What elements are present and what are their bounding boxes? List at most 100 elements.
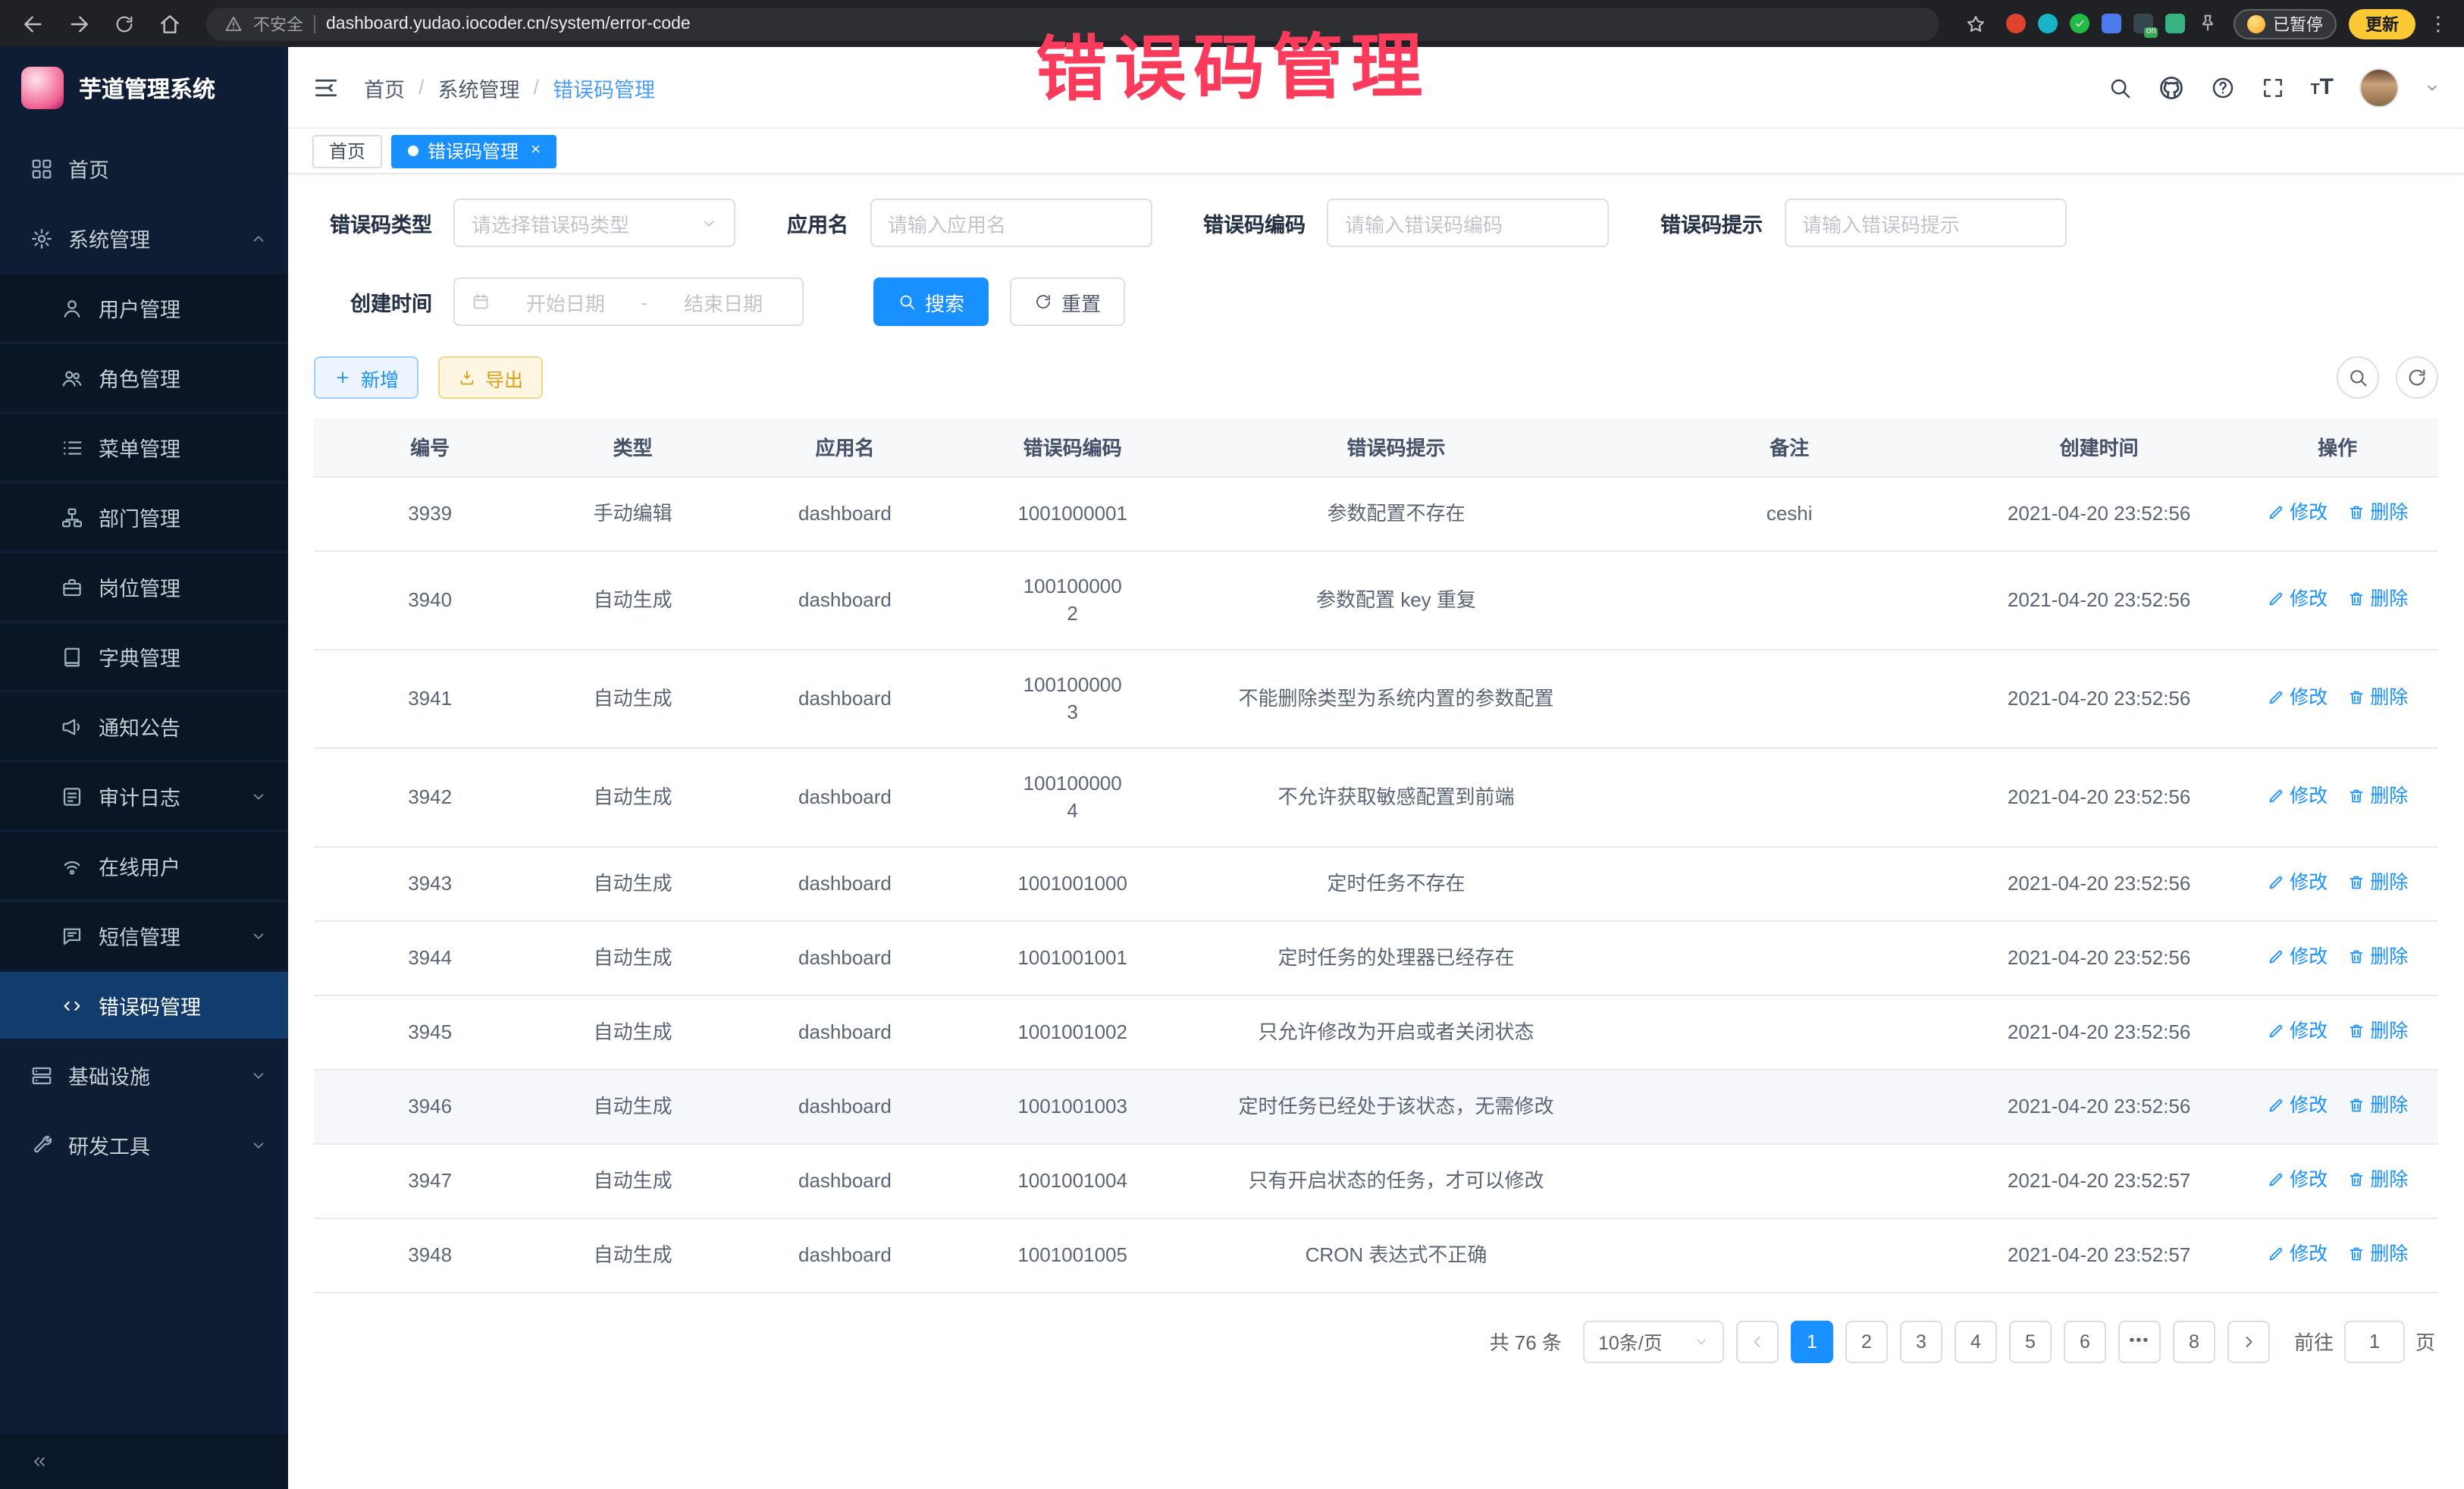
browser-update-button[interactable]: 更新 [2349, 8, 2415, 39]
edit-link[interactable]: 修改 [2267, 868, 2328, 895]
pagination-next-button[interactable] [2227, 1320, 2270, 1362]
column-header[interactable]: 备注 [1618, 418, 1961, 476]
browser-back-icon[interactable] [15, 5, 52, 42]
pagination-page-6[interactable]: 6 [2064, 1320, 2106, 1362]
edit-link[interactable]: 修改 [2267, 1017, 2328, 1044]
sidebar-collapse-trigger[interactable] [0, 1434, 288, 1489]
extension-green-check-icon[interactable] [2070, 14, 2089, 33]
sidebar-item-7[interactable]: 字典管理 [0, 623, 288, 690]
column-header[interactable]: 应用名 [719, 418, 970, 476]
column-header[interactable]: 类型 [546, 418, 719, 476]
edit-link[interactable]: 修改 [2267, 1240, 2328, 1267]
github-icon[interactable] [2157, 74, 2184, 101]
extension-red-icon[interactable] [2006, 14, 2026, 33]
browser-home-icon[interactable] [152, 5, 188, 42]
page-size-select[interactable]: 10条/页 [1583, 1320, 1724, 1362]
edit-link[interactable]: 修改 [2267, 1091, 2328, 1118]
edit-link[interactable]: 修改 [2267, 782, 2328, 809]
font-size-icon[interactable]: TT [2310, 76, 2334, 99]
column-header[interactable]: 错误码提示 [1174, 418, 1617, 476]
export-button[interactable]: 导出 [438, 356, 543, 399]
edit-link[interactable]: 修改 [2267, 942, 2328, 970]
extension-proxy-on-icon[interactable]: on [2133, 14, 2153, 33]
column-header[interactable]: 编号 [314, 418, 546, 476]
browser-reload-icon[interactable] [106, 5, 143, 42]
table-refresh-button[interactable] [2396, 356, 2438, 399]
delete-link[interactable]: 删除 [2347, 498, 2408, 525]
extension-pin-icon[interactable] [2197, 11, 2221, 36]
sidebar-item-4[interactable]: 菜单管理 [0, 414, 288, 481]
delete-link[interactable]: 删除 [2347, 683, 2408, 710]
search-button[interactable]: 搜索 [873, 277, 989, 326]
reset-button[interactable]: 重置 [1010, 277, 1125, 326]
date-range-picker[interactable]: 开始日期 - 结束日期 [453, 277, 804, 326]
sidebar-item-0[interactable]: 首页 [0, 135, 288, 202]
delete-link[interactable]: 删除 [2347, 585, 2408, 612]
delete-link[interactable]: 删除 [2347, 1240, 2408, 1267]
extension-grid-icon[interactable] [2102, 14, 2121, 33]
delete-link[interactable]: 删除 [2347, 1017, 2408, 1044]
extension-teal-icon[interactable] [2038, 14, 2058, 33]
breadcrumb-item[interactable]: 错误码管理 [553, 72, 655, 102]
delete-link[interactable]: 删除 [2347, 1091, 2408, 1118]
filter-select[interactable]: 请选择错误码类型 [453, 199, 735, 247]
browser-forward-icon[interactable] [61, 5, 97, 42]
cell-id: 3946 [314, 1069, 546, 1143]
breadcrumb-item[interactable]: 系统管理 [438, 72, 520, 102]
pagination-page-2[interactable]: 2 [1845, 1320, 1888, 1362]
help-icon[interactable] [2210, 75, 2234, 99]
sidebar-item-9[interactable]: 审计日志 [0, 763, 288, 829]
filter-input[interactable]: 请输入错误码编码 [1327, 199, 1609, 247]
tab-首页[interactable]: 首页 [312, 134, 382, 168]
delete-link[interactable]: 删除 [2347, 1165, 2408, 1193]
cell-note [1618, 920, 1961, 995]
delete-link[interactable]: 删除 [2347, 782, 2408, 809]
pagination-ellipsis[interactable]: ••• [2118, 1320, 2161, 1362]
sidebar-item-1[interactable]: 系统管理 [0, 205, 288, 271]
bookmark-star-icon[interactable] [1958, 5, 1994, 42]
app-logo[interactable]: 芋道管理系统 [0, 47, 288, 129]
sidebar-item-5[interactable]: 部门管理 [0, 484, 288, 550]
extension-leaf-icon[interactable] [2165, 14, 2185, 33]
pagination-page-5[interactable]: 5 [2009, 1320, 2052, 1362]
edit-link[interactable]: 修改 [2267, 1165, 2328, 1193]
table-search-button[interactable] [2337, 356, 2379, 399]
pagination-page-8[interactable]: 8 [2173, 1320, 2215, 1362]
column-header[interactable]: 错误码编码 [970, 418, 1175, 476]
search-icon[interactable] [2107, 75, 2131, 99]
breadcrumb-item[interactable]: 首页 [364, 72, 405, 102]
browser-menu-icon[interactable]: ⋮ [2428, 11, 2449, 36]
add-button[interactable]: 新增 [314, 356, 419, 399]
sidebar-item-3[interactable]: 角色管理 [0, 344, 288, 411]
browser-profile-chip[interactable]: 已暂停 [2234, 8, 2337, 39]
sidebar-item-13[interactable]: 基础设施 [0, 1042, 288, 1108]
tab-错误码管理[interactable]: 错误码管理 × [391, 134, 557, 168]
user-avatar[interactable] [2359, 67, 2399, 107]
sidebar-item-2[interactable]: 用户管理 [0, 274, 288, 341]
menu-fold-icon[interactable] [312, 74, 340, 101]
filter-input[interactable]: 请输入应用名 [870, 199, 1152, 247]
sidebar-item-8[interactable]: 通知公告 [0, 693, 288, 760]
sidebar-item-14[interactable]: 研发工具 [0, 1111, 288, 1178]
pagination-goto-input[interactable]: 1 [2344, 1320, 2405, 1362]
sidebar-item-10[interactable]: 在线用户 [0, 832, 288, 899]
delete-link[interactable]: 删除 [2347, 868, 2408, 895]
sidebar-item-11[interactable]: 短信管理 [0, 902, 288, 969]
delete-link[interactable]: 删除 [2347, 942, 2408, 970]
edit-link[interactable]: 修改 [2267, 683, 2328, 710]
pagination-page-1[interactable]: 1 [1791, 1320, 1833, 1362]
pagination-page-3[interactable]: 3 [1900, 1320, 1942, 1362]
pagination-prev-button[interactable] [1736, 1320, 1779, 1362]
sidebar-item-6[interactable]: 岗位管理 [0, 553, 288, 620]
filter-input[interactable]: 请输入错误码提示 [1784, 199, 2066, 247]
column-header[interactable]: 创建时间 [1961, 418, 2237, 476]
fullscreen-icon[interactable] [2260, 75, 2284, 99]
tab-close-icon[interactable]: × [531, 143, 541, 159]
edit-link[interactable]: 修改 [2267, 585, 2328, 612]
edit-link[interactable]: 修改 [2267, 498, 2328, 525]
avatar-caret-icon[interactable] [2425, 80, 2440, 95]
sidebar-item-12[interactable]: 错误码管理 [0, 972, 288, 1039]
online-icon [61, 854, 83, 877]
column-header[interactable]: 操作 [2237, 418, 2438, 476]
pagination-page-4[interactable]: 4 [1955, 1320, 1997, 1362]
